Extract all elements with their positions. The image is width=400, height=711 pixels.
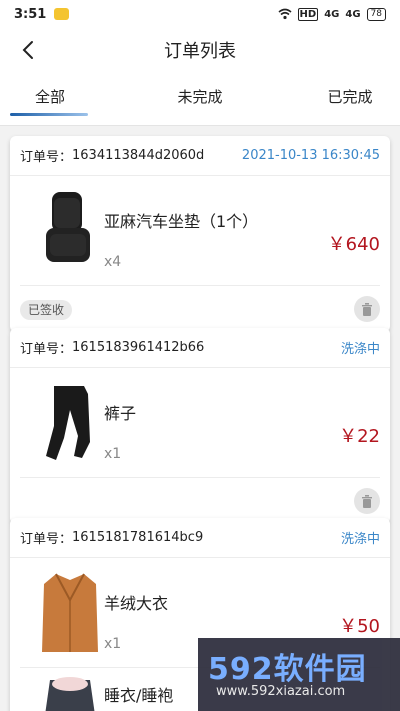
order-no-label: 订单号： (20, 532, 73, 547)
watermark-url: www.592xiazai.com (216, 684, 346, 699)
item-name: 亚麻汽车坐垫（1个） (104, 212, 259, 231)
wifi-icon (278, 8, 292, 20)
order-no: 1634113844d2060d (72, 148, 205, 163)
order-card[interactable]: 订单号： 1634113844d2060d 2021-10-13 16:30:4… (10, 136, 390, 332)
item-name: 羊绒大衣 (104, 594, 169, 613)
order-item[interactable]: 裤子 x1 ￥22 (20, 368, 380, 478)
order-no: 1615181781614bc9 (72, 530, 204, 545)
item-price: ￥640 (327, 234, 380, 255)
coat-icon (42, 573, 98, 652)
delete-button[interactable] (354, 296, 380, 322)
car-seat-cushion-icon (46, 192, 90, 262)
order-status: 洗涤中 (340, 342, 380, 357)
watermark: 592软件园 www.592xiazai.com (198, 638, 400, 711)
tab-completed[interactable]: 已完成 (300, 72, 400, 126)
order-card[interactable]: 订单号： 1615183961412b66 洗涤中 裤子 x1 ￥22 (10, 328, 390, 524)
order-no: 1615183961412b66 (72, 340, 205, 355)
item-quantity: x1 (104, 636, 122, 652)
notification-icon (54, 8, 70, 20)
status-bar: 3:51 HD 4G 4G 78 (0, 0, 400, 28)
signal-2-icon: 4G (345, 8, 361, 20)
item-name: 睡衣/睡袍 (104, 686, 174, 705)
order-footer: 已签收 (10, 286, 390, 332)
back-arrow-icon (22, 41, 33, 59)
item-price: ￥50 (339, 616, 380, 637)
trash-icon (362, 494, 372, 508)
pants-icon (46, 386, 90, 460)
order-list: 订单号： 1634113844d2060d 2021-10-13 16:30:4… (0, 126, 400, 711)
order-tabs: 全部 未完成 已完成 (0, 72, 400, 126)
tab-completed-label: 已完成 (327, 87, 373, 106)
status-time: 3:51 (14, 6, 47, 22)
trash-icon (362, 302, 372, 316)
order-status: 2021-10-13 16:30:45 (241, 148, 380, 163)
tab-incomplete[interactable]: 未完成 (100, 72, 300, 126)
signal-1-icon: 4G (324, 8, 340, 20)
nav-bar: 订单列表 (0, 28, 400, 72)
pajamas-icon (45, 677, 95, 711)
status-badge: 已签收 (20, 300, 73, 320)
status-icons: HD 4G 4G 78 (278, 7, 386, 21)
item-name: 裤子 (104, 404, 137, 423)
order-header: 订单号： 1615183961412b66 洗涤中 (10, 328, 390, 368)
order-no-label: 订单号： (20, 342, 73, 357)
order-header: 订单号： 1615181781614bc9 洗涤中 (10, 518, 390, 558)
item-price: ￥22 (339, 426, 380, 447)
item-quantity: x1 (104, 446, 122, 462)
tab-all[interactable]: 全部 (0, 72, 100, 126)
order-item[interactable]: 亚麻汽车坐垫（1个） x4 ￥640 (20, 176, 380, 286)
battery-icon: 78 (366, 7, 386, 21)
order-no-label: 订单号： (20, 150, 73, 165)
tab-incomplete-label: 未完成 (177, 87, 223, 106)
back-button[interactable] (14, 36, 42, 64)
item-quantity: x4 (104, 254, 122, 270)
page-title: 订单列表 (164, 41, 236, 62)
order-header: 订单号： 1634113844d2060d 2021-10-13 16:30:4… (10, 136, 390, 176)
delete-button[interactable] (354, 488, 380, 514)
watermark-logo: 592软件园 (208, 652, 367, 687)
tab-all-label: 全部 (34, 87, 65, 106)
order-status: 洗涤中 (340, 532, 380, 547)
hd-indicator: HD (297, 7, 319, 21)
